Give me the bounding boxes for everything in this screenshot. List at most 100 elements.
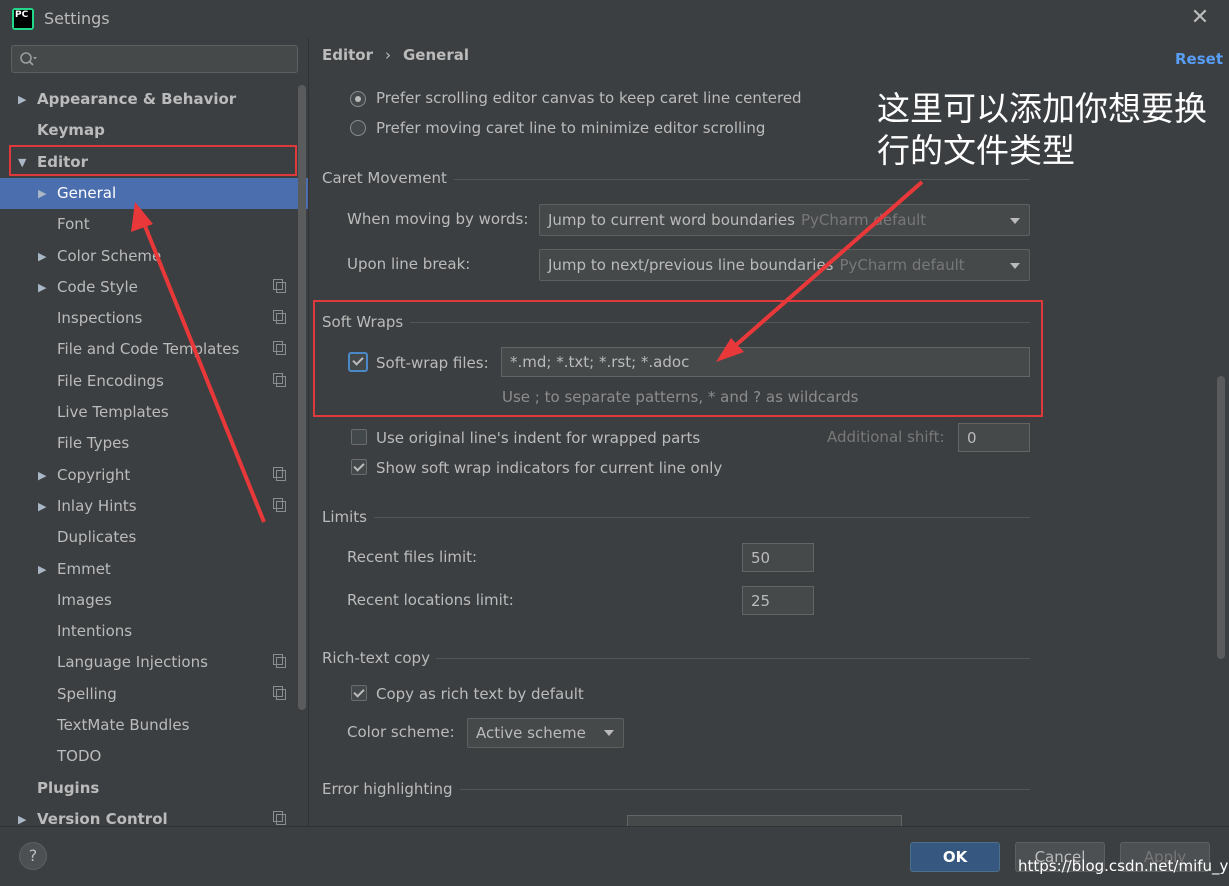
color-scheme-value: Active scheme	[476, 724, 586, 742]
project-scope-icon	[273, 654, 286, 669]
soft-wrap-files-label: Soft-wrap files:	[376, 354, 489, 372]
project-scope-icon	[273, 466, 286, 481]
tree-item-images[interactable]: Images	[0, 585, 296, 616]
tree-item-intentions[interactable]: Intentions	[0, 616, 296, 647]
tree-item-code-style[interactable]: ▶ Code Style	[0, 272, 296, 303]
tree-item-duplicates[interactable]: Duplicates	[0, 522, 296, 553]
chevron-down-icon	[1010, 218, 1020, 224]
collapsed-arrow-icon[interactable]: ▶	[38, 491, 46, 522]
limits-divider	[374, 517, 1030, 518]
tree-item-label: Inlay Hints	[57, 496, 137, 515]
help-button[interactable]: ?	[19, 842, 47, 870]
breadcrumb-general: General	[403, 46, 469, 64]
copy-rich-text-checkbox[interactable]	[351, 685, 367, 701]
tree-item-emmet[interactable]: ▶ Emmet	[0, 554, 296, 585]
tree-item-inlay-hints[interactable]: ▶ Inlay Hints	[0, 491, 296, 522]
pycharm-logo-icon: PC	[12, 8, 34, 30]
close-icon[interactable]: ✕	[1188, 6, 1212, 30]
tree-item-todo[interactable]: TODO	[0, 741, 296, 772]
soft-wraps-divider	[410, 322, 1030, 323]
additional-shift-label: Additional shift:	[827, 428, 945, 446]
soft-wrap-indicators-label: Show soft wrap indicators for current li…	[376, 459, 723, 477]
tree-item-copyright[interactable]: ▶ Copyright	[0, 460, 296, 491]
annotation-text: 这里可以添加你想要换行的文件类型	[877, 89, 1207, 170]
additional-shift-input[interactable]: 0	[958, 423, 1030, 452]
error-stripe-input-partial[interactable]	[627, 815, 902, 826]
tree-item-label: Color Scheme	[57, 246, 162, 265]
collapsed-arrow-icon[interactable]: ▶	[38, 241, 46, 272]
collapsed-arrow-icon[interactable]: ▶	[38, 554, 46, 585]
tree-item-label: Code Style	[57, 277, 138, 296]
line-break-value: Jump to next/previous line boundaries	[548, 256, 834, 274]
recent-locations-label: Recent locations limit:	[347, 591, 514, 609]
tree-item-label: Spelling	[57, 684, 117, 703]
chevron-down-icon	[604, 730, 614, 736]
radio-minimize-scrolling[interactable]	[350, 120, 366, 136]
soft-wrap-files-input[interactable]: *.md; *.txt; *.rst; *.adoc	[501, 347, 1030, 377]
collapsed-arrow-icon[interactable]: ▶	[18, 84, 26, 115]
tree-item-label: Editor	[37, 152, 88, 171]
settings-search-input[interactable]	[11, 45, 298, 73]
tree-item-keymap[interactable]: Keymap	[0, 115, 296, 146]
error-highlighting-divider	[460, 789, 1030, 790]
tree-item-label: Emmet	[57, 559, 111, 578]
tree-item-general[interactable]: ▶ General	[0, 177, 308, 209]
expanded-arrow-icon[interactable]: ▼	[18, 147, 26, 178]
tree-item-label: Keymap	[37, 121, 105, 140]
tree-item-label: Duplicates	[57, 528, 137, 547]
recent-files-input[interactable]: 50	[742, 543, 814, 572]
tree-item-label: TextMate Bundles	[57, 716, 190, 734]
tree-item-label: Plugins	[37, 778, 100, 797]
moving-by-words-select[interactable]: Jump to current word boundaries PyCharm d…	[539, 204, 1030, 236]
tree-item-language-injections[interactable]: Language Injections	[0, 647, 296, 678]
tree-item-file-types[interactable]: File Types	[0, 428, 296, 459]
tree-item-textmate-bundles[interactable]: TextMate Bundles	[0, 710, 296, 741]
breadcrumb-separator: ›	[385, 46, 391, 64]
tree-item-appearance-behavior[interactable]: ▶ Appearance & Behavior	[0, 84, 296, 115]
project-scope-icon	[273, 810, 286, 825]
soft-wrap-indicators-checkbox[interactable]	[351, 459, 367, 475]
collapsed-arrow-icon[interactable]: ▶	[38, 460, 46, 491]
caret-movement-divider	[454, 179, 1030, 180]
limits-title: Limits	[322, 508, 367, 526]
tree-item-label: Font	[57, 215, 90, 234]
tree-item-color-scheme[interactable]: ▶ Color Scheme	[0, 241, 296, 272]
content-scrollbar[interactable]	[1217, 376, 1225, 659]
project-scope-icon	[273, 341, 286, 356]
ok-button[interactable]: OK	[910, 842, 1000, 872]
search-icon	[20, 52, 37, 66]
collapsed-arrow-icon[interactable]: ▶	[38, 178, 46, 209]
soft-wrap-files-checkbox[interactable]	[348, 352, 368, 372]
soft-wraps-title: Soft Wraps	[322, 313, 404, 331]
breadcrumb-editor[interactable]: Editor	[322, 46, 373, 64]
tree-item-editor[interactable]: ▼ Editor	[0, 147, 296, 178]
tree-item-label: File Types	[57, 434, 130, 453]
original-indent-checkbox[interactable]	[351, 429, 367, 445]
line-break-label: Upon line break:	[347, 255, 471, 273]
tree-item-file-and-code-templates[interactable]: File and Code Templates	[0, 334, 296, 365]
reset-link[interactable]: Reset	[1175, 50, 1223, 68]
line-break-select[interactable]: Jump to next/previous line boundaries PyC…	[539, 249, 1030, 281]
tree-item-spelling[interactable]: Spelling	[0, 679, 296, 710]
tree-item-label: Inspections	[57, 309, 143, 328]
recent-files-label: Recent files limit:	[347, 548, 478, 566]
tree-item-font[interactable]: Font	[0, 209, 296, 240]
watermark-text: https://blog.csdn.net/mifu_yu	[1018, 857, 1229, 875]
breadcrumb: Editor › General	[322, 46, 469, 64]
tree-item-inspections[interactable]: Inspections	[0, 303, 296, 334]
line-break-hint: PyCharm default	[839, 256, 965, 274]
tree-scrollbar[interactable]	[298, 85, 306, 710]
tree-item-file-encodings[interactable]: File Encodings	[0, 366, 296, 397]
window-title: Settings	[44, 9, 110, 28]
radio-keep-caret-centered[interactable]	[350, 91, 366, 107]
tree-item-plugins[interactable]: Plugins	[0, 773, 296, 804]
recent-locations-input[interactable]: 25	[742, 586, 814, 615]
collapsed-arrow-icon[interactable]: ▶	[38, 272, 46, 303]
color-scheme-select[interactable]: Active scheme	[467, 718, 624, 748]
tree-item-label: File and Code Templates	[57, 340, 240, 359]
moving-by-words-value: Jump to current word boundaries	[548, 211, 795, 229]
error-highlighting-title: Error highlighting	[322, 780, 453, 798]
moving-by-words-label: When moving by words:	[347, 210, 529, 228]
chevron-down-icon	[1010, 263, 1020, 269]
tree-item-live-templates[interactable]: Live Templates	[0, 397, 296, 428]
